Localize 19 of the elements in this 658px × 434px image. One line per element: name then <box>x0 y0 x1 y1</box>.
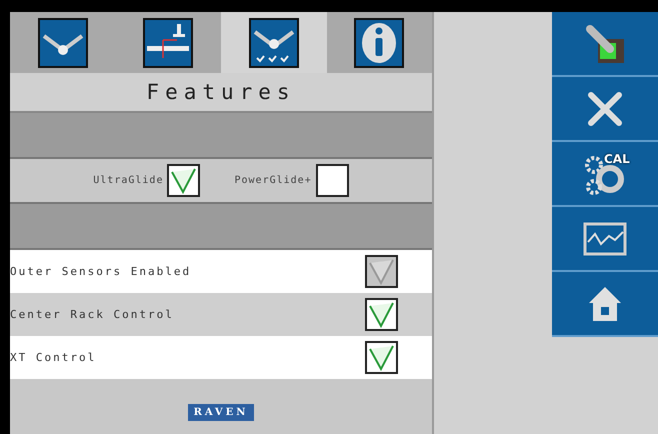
tab[interactable] <box>221 12 326 73</box>
setting-label: Center Rack Control <box>10 308 174 321</box>
cal-label: CAL <box>604 152 630 166</box>
checkbox[interactable] <box>365 298 398 331</box>
option-label: UltraGlide <box>93 175 164 186</box>
setting-label: XT Control <box>10 351 96 364</box>
home-icon <box>587 284 623 322</box>
boom-sensor-icon <box>143 18 194 68</box>
checkbox[interactable] <box>365 341 398 374</box>
brand-logo: RAVEN <box>188 404 254 421</box>
option-label: PowerGlide+ <box>234 175 312 186</box>
wing-sensors-icon <box>248 18 299 68</box>
chart-icon <box>583 222 627 256</box>
setting-label: Outer Sensors Enabled <box>10 265 192 278</box>
page-title: Features <box>10 73 432 113</box>
sprayer-wing-icon <box>38 18 88 68</box>
checkbox[interactable] <box>316 164 349 197</box>
checkbox[interactable] <box>167 164 200 197</box>
info-icon <box>354 18 404 68</box>
